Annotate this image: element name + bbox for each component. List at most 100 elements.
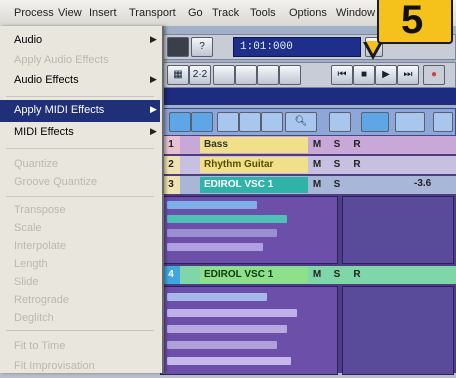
menu-item-apply-midi-effects[interactable]: Apply MIDI Effects ▶ [0,100,160,122]
menu-go[interactable]: Go [188,7,203,19]
track-4-controls [160,286,338,375]
track-tool-erase[interactable] [239,112,261,132]
menu-insert[interactable]: Insert [89,7,117,19]
track-control-strip[interactable] [167,243,263,251]
help-button[interactable]: ? [191,37,213,57]
track-tool-insert[interactable] [329,112,351,132]
mute-button[interactable]: M [310,268,324,282]
record-arm-button[interactable]: R [350,158,364,172]
track-list: 1 Bass M S R 2 Rhythm Guitar M S R 3 EDI… [160,136,456,375]
menu-separator [6,148,154,149]
track-view-toolbar: 🔍︎ [160,108,456,136]
submenu-arrow-icon: ▶ [150,126,157,136]
mute-button[interactable]: M [310,138,324,152]
toolbar-mode-button[interactable] [167,37,189,57]
track-row[interactable]: 3 EDIROL VSC 1 M S -3.6 [160,176,456,194]
track-number: 4 [162,266,180,284]
solo-button[interactable]: S [330,138,344,152]
track-number: 3 [162,176,180,194]
menu-window[interactable]: Window [336,7,375,19]
menu-item-midi-effects[interactable]: MIDI Effects ▶ [0,122,160,144]
solo-button[interactable]: S [330,178,344,192]
view-button[interactable]: ▦ [167,65,189,85]
record-arm-button[interactable]: R [350,138,364,152]
process-menu: Audio ▶ Apply Audio Effects Audio Effect… [0,26,164,373]
track-row[interactable]: 1 Bass M S R [160,136,456,154]
solo-button[interactable]: S [330,268,344,282]
grid-icon: ▦ [173,69,183,80]
track-name[interactable]: Bass [200,137,308,153]
solo-button[interactable]: S [330,158,344,172]
fast-forward-button[interactable]: ⏭ [397,65,419,85]
record-button[interactable]: ● [423,65,445,85]
mute-button[interactable]: M [310,178,324,192]
stop-button[interactable]: ■ [353,65,375,85]
mute-button[interactable]: M [310,158,324,172]
menu-item-groove-quantize: Groove Quantize [14,176,98,188]
track-control-strip[interactable] [167,201,257,209]
track-control-strip[interactable] [167,325,287,333]
rewind-icon: ⏮ [337,69,347,80]
menu-options[interactable]: Options [289,7,327,19]
menu-transport[interactable]: Transport [129,7,176,19]
play-icon: ▶ [382,69,390,80]
track-view-header [160,88,456,105]
record-arm-button[interactable]: R [350,268,364,282]
tool-button-c[interactable] [257,65,279,85]
menu-process[interactable]: Process [14,7,54,19]
rewind-button[interactable]: ⏮ [331,65,353,85]
menu-separator [6,330,154,331]
fast-forward-icon: ⏭ [403,69,413,80]
track-number: 2 [162,156,180,174]
track-control-strip[interactable] [167,215,287,223]
submenu-arrow-icon: ▶ [150,34,157,44]
track-row[interactable]: 2 Rhythm Guitar M S R [160,156,456,174]
track-tool-snap[interactable] [261,112,283,132]
step-number: 5 [401,0,424,42]
track-control-strip[interactable] [167,229,277,237]
step-callout: 5 [377,0,453,44]
track-tool-draw[interactable] [217,112,239,132]
menu-separator [6,96,154,97]
track-4-clips-pane [342,286,454,375]
time-counter: 1:01:000 [233,37,361,57]
track-volume: -3.6 [414,178,432,189]
menu-item-audio[interactable]: Audio ▶ [0,30,160,52]
menu-item-apply-audio-effects: Apply Audio Effects [14,54,109,66]
play-button[interactable]: ▶ [375,65,397,85]
track-row[interactable]: 4 EDIROL VSC 1 M S R [160,266,456,284]
menu-track[interactable]: Track [212,7,239,19]
stop-icon: ■ [360,69,368,80]
tool-button-d[interactable] [279,65,301,85]
menu-view[interactable]: View [58,7,82,19]
menu-separator [6,196,154,197]
track-name[interactable]: Rhythm Guitar [200,157,308,173]
magnifier-icon: 🔍︎ [294,116,308,127]
track-tool-view[interactable] [395,112,425,132]
tool-button-b[interactable] [235,65,257,85]
track-tool-color[interactable] [361,112,389,132]
menu-tools[interactable]: Tools [250,7,276,19]
track-tool-edit[interactable] [191,112,213,132]
submenu-arrow-icon: ▶ [150,104,157,114]
track-3-clips-pane [342,196,454,264]
tools-toolbar: ▦ 2·2 ⏮ ■ ▶ ⏭ ● [160,62,456,88]
submenu-arrow-icon: ▶ [150,74,157,84]
layout-2x2-button[interactable]: 2·2 [189,65,211,85]
track-3-controls [160,196,338,264]
track-control-strip[interactable] [167,357,291,365]
menu-item-fit-improvisation: Fit Improvisation [14,360,95,372]
track-control-strip[interactable] [167,293,267,301]
record-icon: ● [430,69,438,80]
track-name[interactable]: EDIROL VSC 1 [200,177,308,193]
track-name[interactable]: EDIROL VSC 1 [200,267,308,283]
menu-item-fit-to-time: Fit to Time [14,340,66,352]
track-control-strip[interactable] [167,341,277,349]
track-tool-more[interactable] [433,112,453,132]
menu-item-audio-effects[interactable]: Audio Effects ▶ [0,70,160,92]
track-number: 1 [162,136,180,154]
zoom-dropdown[interactable]: 🔍︎ [285,112,317,132]
tool-button-a[interactable] [213,65,235,85]
track-tool-select[interactable] [169,112,191,132]
track-control-strip[interactable] [167,309,297,317]
